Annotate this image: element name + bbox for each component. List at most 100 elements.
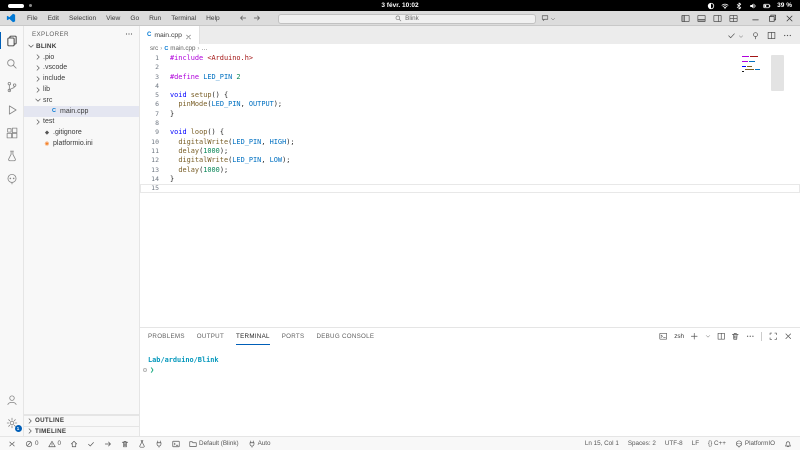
code-line-7[interactable]: 7} <box>140 110 800 119</box>
customize-layout-icon[interactable] <box>729 14 738 23</box>
code-line-2[interactable]: 2 <box>140 63 800 72</box>
tree-item-vscode[interactable]: .vscode <box>24 63 139 74</box>
status-pio-home[interactable] <box>70 440 78 448</box>
menu-terminal[interactable]: Terminal <box>166 15 201 22</box>
code-line-4[interactable]: 4 <box>140 82 800 91</box>
menu-view[interactable]: View <box>101 15 125 22</box>
sidebar-section-outline[interactable]: OUTLINE <box>24 415 139 426</box>
breadcrumb-src[interactable]: src <box>150 45 158 52</box>
command-center-search[interactable]: Blink <box>278 14 536 24</box>
status-platformio[interactable]: PlatformIO <box>735 440 775 448</box>
run-task-check-icon[interactable] <box>727 31 736 40</box>
status-pio-clean[interactable] <box>121 440 129 448</box>
panel-more-actions-icon[interactable] <box>746 332 755 341</box>
code-line-3[interactable]: 3#define LED_PIN 2 <box>140 73 800 82</box>
toggle-sidebar-icon[interactable] <box>681 14 690 23</box>
status-project-env[interactable]: Default (Blink) <box>189 440 239 448</box>
menu-file[interactable]: File <box>22 15 43 22</box>
activity-testing[interactable] <box>0 144 24 167</box>
menu-go[interactable]: Go <box>125 15 144 22</box>
terminal-profile-icon[interactable] <box>659 332 668 341</box>
activity-extensions[interactable] <box>0 121 24 144</box>
status-language-mode[interactable]: {} C++ <box>708 440 726 447</box>
kill-terminal-icon[interactable] <box>731 332 740 341</box>
code-line-14[interactable]: 14} <box>140 175 800 184</box>
menu-edit[interactable]: Edit <box>43 15 64 22</box>
code-line-5[interactable]: 5void setup() { <box>140 91 800 100</box>
tree-item-blink[interactable]: BLINK <box>24 41 139 52</box>
status-notifications[interactable] <box>784 440 792 448</box>
tree-item-pio[interactable]: .pio <box>24 52 139 63</box>
code-line-10[interactable]: 10 digitalWrite(LED_PIN, HIGH); <box>140 138 800 147</box>
status-cursor-position[interactable]: Ln 15, Col 1 <box>585 440 619 447</box>
chevron-down-icon[interactable] <box>738 32 744 38</box>
status-indentation[interactable]: Spaces: 2 <box>628 440 656 447</box>
code-line-9[interactable]: 9void loop() { <box>140 128 800 137</box>
window-close-button[interactable] <box>785 14 794 23</box>
tree-item-include[interactable]: include <box>24 73 139 84</box>
code-line-12[interactable]: 12 digitalWrite(LED_PIN, LOW); <box>140 156 800 165</box>
status-serial-monitor[interactable] <box>155 440 163 448</box>
minimap[interactable] <box>742 56 762 74</box>
code-line-11[interactable]: 11 delay(1000); <box>140 147 800 156</box>
tab-close-icon[interactable] <box>185 32 192 39</box>
toggle-panel-icon[interactable] <box>697 14 706 23</box>
activity-run-debug[interactable] <box>0 98 24 121</box>
status-pio-build[interactable] <box>87 440 95 448</box>
split-editor-icon[interactable] <box>767 31 776 40</box>
editor-more-actions-icon[interactable] <box>783 31 792 40</box>
panel-tab-problems[interactable]: PROBLEMS <box>148 328 185 345</box>
window-restore-button[interactable] <box>768 14 777 23</box>
panel-tab-output[interactable]: OUTPUT <box>197 328 224 345</box>
sidebar-section-timeline[interactable]: TIMELINE <box>24 426 139 437</box>
code-line-8[interactable]: 8 <box>140 119 800 128</box>
explorer-more-actions-icon[interactable] <box>125 30 133 38</box>
terminal-content[interactable]: Lab/arduino/Blink ❯ <box>140 345 800 436</box>
status-errors[interactable]: 0 <box>25 440 39 448</box>
status-eol[interactable]: LF <box>692 440 699 447</box>
code-line-15[interactable]: 15 <box>140 184 800 193</box>
copilot-menu[interactable] <box>541 14 556 22</box>
breadcrumb-file[interactable]: main.cpp <box>170 45 195 52</box>
os-clock[interactable]: 3 févr. 10:02 <box>0 2 800 9</box>
panel-tab-debug-console[interactable]: DEBUG CONSOLE <box>316 328 374 345</box>
activity-search[interactable] <box>0 52 24 75</box>
code-editor[interactable]: 1#include <Arduino.h>23#define LED_PIN 2… <box>140 53 800 327</box>
workspace-indicator-dot[interactable] <box>29 4 32 7</box>
tree-item-main-cpp[interactable]: Cmain.cpp <box>24 106 139 117</box>
tree-item-lib[interactable]: lib <box>24 84 139 95</box>
window-minimize-button[interactable] <box>751 14 760 23</box>
status-remote-window[interactable] <box>8 440 16 448</box>
run-or-debug-icon[interactable] <box>751 31 760 40</box>
activity-explorer[interactable] <box>0 29 24 52</box>
status-encoding[interactable]: UTF-8 <box>665 440 683 447</box>
workspace-indicator-pill[interactable] <box>8 4 24 8</box>
status-pio-upload[interactable] <box>104 440 112 448</box>
editor-scrollbar[interactable] <box>771 55 784 91</box>
status-serial-port[interactable]: Auto <box>248 440 271 448</box>
split-terminal-icon[interactable] <box>717 332 726 341</box>
code-line-13[interactable]: 13 delay(1000); <box>140 166 800 175</box>
toggle-secondary-sidebar-icon[interactable] <box>713 14 722 23</box>
menu-selection[interactable]: Selection <box>64 15 101 22</box>
status-new-terminal[interactable] <box>172 440 180 448</box>
tree-item-test[interactable]: test <box>24 117 139 128</box>
menu-help[interactable]: Help <box>201 15 225 22</box>
status-warnings[interactable]: 0 <box>48 440 62 448</box>
code-line-1[interactable]: 1#include <Arduino.h> <box>140 54 800 63</box>
nav-back-icon[interactable] <box>239 14 247 22</box>
maximize-panel-icon[interactable] <box>769 332 778 341</box>
close-panel-icon[interactable] <box>784 332 793 341</box>
breadcrumb-symbol[interactable]: … <box>201 45 207 52</box>
activity-source-control[interactable] <box>0 75 24 98</box>
activity-settings[interactable]: 1 <box>0 411 24 434</box>
terminal-launch-dropdown-icon[interactable] <box>705 332 711 341</box>
tree-item-src[interactable]: src <box>24 95 139 106</box>
activity-accounts[interactable] <box>0 388 24 411</box>
activity-platformio[interactable] <box>0 167 24 190</box>
tree-item-platformio-ini[interactable]: ◉platformio.ini <box>24 138 139 149</box>
panel-tab-terminal[interactable]: TERMINAL <box>236 328 270 345</box>
command-decoration-dot[interactable] <box>143 368 147 372</box>
code-line-6[interactable]: 6 pinMode(LED_PIN, OUTPUT); <box>140 100 800 109</box>
menu-run[interactable]: Run <box>144 15 166 22</box>
